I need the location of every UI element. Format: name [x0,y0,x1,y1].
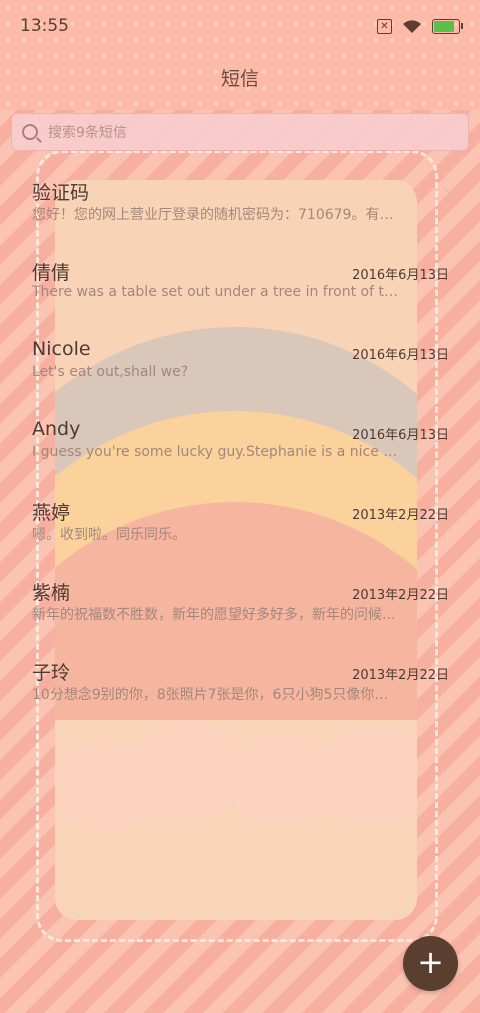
message-preview: Let's eat out,shall we? [32,364,189,380]
message-preview: There was a table set out under a tree i… [32,284,402,300]
message-date: 2013年2月22日 [352,588,449,603]
message-preview: 新年的祝福数不胜数，新年的愿望好多好多，新年的问候... [32,607,396,623]
message-sender: 紫楠 [32,582,71,604]
message-row[interactable]: 子玲 2013年2月22日 10分想念9别的你，8张照片7张是你，6只小狗5只像… [0,640,480,720]
message-row[interactable]: 倩倩 2016年6月13日 There was a table set out … [0,240,480,320]
new-message-button[interactable]: + [403,936,458,991]
message-row[interactable]: 燕婷 2013年2月22日 嗯。收到啦。同乐同乐。 [0,480,480,560]
status-bar: 13:55 ✕ [0,0,480,52]
chevron-right-icon [436,187,453,204]
message-date: 2016年6月13日 [352,348,449,363]
message-sender: 子玲 [32,662,71,684]
status-icons: ✕ [377,18,463,34]
notification-box-icon: ✕ [377,18,392,34]
status-time: 13:55 [20,16,69,36]
message-sender: Nicole [32,338,91,360]
message-preview: 您好！您的网上营业厅登录的随机密码为：710679。有效... [32,207,402,223]
message-date: 2013年2月22日 [352,668,449,683]
message-date: 2013年2月22日 [352,508,449,523]
message-sender: 燕婷 [32,502,71,524]
search-input[interactable]: 搜索9条短信 [11,113,469,151]
search-icon [22,124,38,140]
page-title: 短信 [220,68,259,90]
message-preview: I guess you're some lucky guy.Stephanie … [32,444,402,460]
message-preview: 10分想念9别的你，8张照片7张是你，6只小狗5只像你，4... [32,687,402,703]
search-placeholder: 搜索9条短信 [48,125,127,141]
message-sender: Andy [32,418,81,440]
message-sender: 验证码 [32,182,90,204]
message-row-verification[interactable]: 验证码 您好！您的网上营业厅登录的随机密码为：710679。有效... [0,160,480,240]
message-row[interactable]: Andy 2016年6月13日 I guess you're some luck… [0,400,480,480]
message-date: 2016年6月13日 [352,428,449,443]
message-row[interactable]: 紫楠 2013年2月22日 新年的祝福数不胜数，新年的愿望好多好多，新年的问候.… [0,560,480,640]
message-row[interactable]: Nicole 2016年6月13日 Let's eat out,shall we… [0,320,480,400]
battery-charging-icon [432,18,463,34]
message-preview: 嗯。收到啦。同乐同乐。 [32,527,186,543]
wifi-icon [403,19,421,33]
message-sender: 倩倩 [32,262,71,284]
battery-level [434,20,454,32]
message-date: 2016年6月13日 [352,268,449,283]
